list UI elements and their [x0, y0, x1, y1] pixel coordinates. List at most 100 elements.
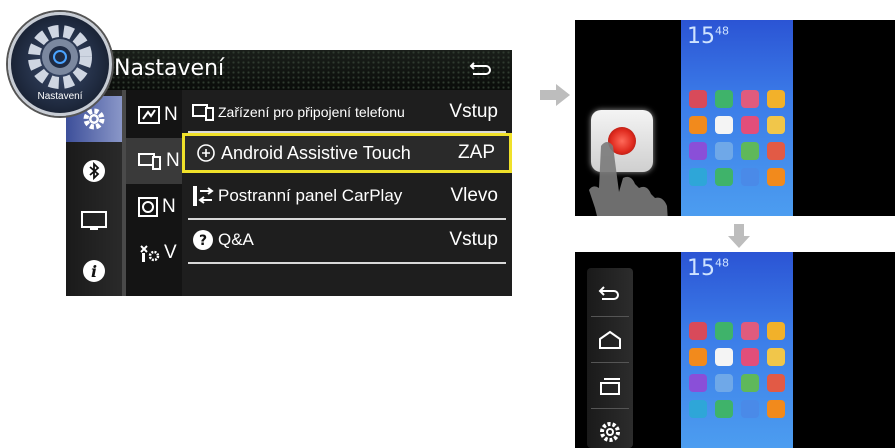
- phone-screen-top: 1548: [575, 20, 895, 216]
- submenu-popup: Zařízení pro připojení telefonu Vstup An…: [182, 90, 512, 296]
- app-icon[interactable]: [689, 322, 707, 340]
- badge-label: Nastavení: [37, 91, 83, 102]
- app-icon[interactable]: [767, 168, 785, 186]
- row-value: Vstup: [449, 101, 498, 122]
- clock: 1548: [687, 24, 729, 49]
- menu-divider: [591, 408, 629, 409]
- home-icon: [599, 330, 621, 349]
- arrow-right-icon: [540, 84, 570, 106]
- app-icon[interactable]: [715, 374, 733, 392]
- gear-icon: [28, 25, 92, 89]
- app-icon[interactable]: [715, 90, 733, 108]
- row-carplay-sidebar[interactable]: Postranní panel CarPlay Vlevo: [182, 176, 512, 216]
- carplay-sidebar-icon: [193, 186, 214, 206]
- app-icon[interactable]: [715, 348, 733, 366]
- menu-home-button[interactable]: [587, 318, 633, 362]
- app-icon[interactable]: [715, 168, 733, 186]
- app-icon[interactable]: [715, 116, 733, 134]
- app-icon[interactable]: [689, 400, 707, 418]
- app-icon[interactable]: [767, 116, 785, 134]
- question-icon: ?: [193, 230, 213, 250]
- settings-badge: Nastavení: [8, 12, 112, 116]
- phone-connect-icon: [138, 153, 161, 170]
- display-icon: [81, 211, 107, 230]
- svg-text:?: ?: [199, 233, 207, 249]
- app-grid: [689, 322, 785, 418]
- app-icon[interactable]: [767, 374, 785, 392]
- app-icon[interactable]: [741, 116, 759, 134]
- tools-icon: [140, 245, 160, 262]
- app-icon[interactable]: [741, 168, 759, 186]
- submenu-item-2[interactable]: N: [126, 138, 182, 184]
- row-label: Q&A: [218, 230, 254, 249]
- app-icon[interactable]: [741, 348, 759, 366]
- row-divider: [188, 262, 506, 264]
- submenu-label: V: [164, 242, 177, 263]
- menu-settings-button[interactable]: [587, 410, 633, 448]
- menu-divider: [591, 316, 629, 317]
- menu-divider: [591, 362, 629, 363]
- row-label: Postranní panel CarPlay: [218, 186, 403, 205]
- app-icon[interactable]: [715, 142, 733, 160]
- app-icon[interactable]: [689, 168, 707, 186]
- assistive-touch-icon: [197, 144, 215, 162]
- app-icon[interactable]: [767, 322, 785, 340]
- app-icon[interactable]: [767, 400, 785, 418]
- app-icon[interactable]: [715, 322, 733, 340]
- back-icon: [598, 286, 619, 300]
- row-label: Android Assistive Touch: [221, 142, 411, 163]
- app-icon[interactable]: [767, 142, 785, 160]
- app-icon[interactable]: [689, 90, 707, 108]
- app-icon[interactable]: [741, 374, 759, 392]
- app-icon[interactable]: [767, 348, 785, 366]
- phone-connect-icon: [192, 104, 214, 121]
- category-bluetooth[interactable]: [66, 148, 122, 194]
- row-phone-device[interactable]: Zařízení pro připojení telefonu Vstup: [182, 92, 512, 132]
- row-label: Zařízení pro připojení telefonu: [218, 104, 405, 120]
- page-title: Nastavení: [114, 56, 225, 81]
- row-value: Vstup: [449, 229, 498, 250]
- app-icon[interactable]: [741, 142, 759, 160]
- app-icon[interactable]: [767, 90, 785, 108]
- settings-panel: Nastavení i N N N V Zařízení pro připoje…: [66, 50, 512, 296]
- submenu-label: N: [164, 104, 178, 125]
- settings-icon: [600, 422, 620, 442]
- app-icon[interactable]: [741, 322, 759, 340]
- submenu-label: N: [162, 196, 176, 217]
- row-assistive-touch[interactable]: Android Assistive Touch ZAP: [182, 133, 512, 173]
- submenu-item-3[interactable]: N: [126, 184, 182, 230]
- submenu-label: N: [166, 150, 180, 171]
- submenu-item-1[interactable]: N: [126, 92, 182, 138]
- row-value: ZAP: [458, 142, 495, 163]
- app-icon[interactable]: [689, 348, 707, 366]
- app-icon[interactable]: [689, 374, 707, 392]
- app-icon[interactable]: [689, 116, 707, 134]
- back-icon[interactable]: [468, 57, 494, 81]
- category-display[interactable]: [66, 198, 122, 244]
- info-icon: i: [83, 260, 105, 282]
- menu-recent-button[interactable]: [587, 364, 633, 408]
- media-icon: [138, 106, 160, 124]
- gear-icon: [83, 108, 105, 130]
- assistive-side-menu: [587, 268, 633, 448]
- row-value: Vlevo: [450, 185, 498, 206]
- app-icon[interactable]: [741, 90, 759, 108]
- svg-text:i: i: [91, 262, 97, 281]
- hand-pointer-icon: [589, 142, 668, 216]
- app-icon[interactable]: [689, 142, 707, 160]
- phone-home: 1548: [681, 20, 793, 216]
- submenu-column: N N N V: [126, 90, 182, 296]
- recent-apps-icon: [600, 378, 620, 395]
- category-info[interactable]: i: [66, 248, 122, 294]
- app-icon[interactable]: [741, 400, 759, 418]
- phone-screen-bottom: 1548: [575, 252, 895, 448]
- clock: 1548: [687, 256, 729, 281]
- menu-back-button[interactable]: [587, 272, 633, 316]
- settings-header: Nastavení: [66, 50, 512, 90]
- app-icon[interactable]: [715, 400, 733, 418]
- app-grid: [689, 90, 785, 186]
- row-qa[interactable]: ? Q&A Vstup: [182, 220, 512, 260]
- category-bar: i: [66, 90, 122, 296]
- arrow-down-icon: [728, 224, 750, 248]
- submenu-item-4[interactable]: V: [126, 230, 182, 276]
